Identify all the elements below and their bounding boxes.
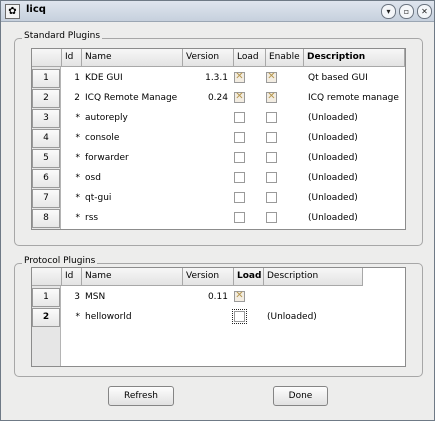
plugin-id: * xyxy=(75,213,81,223)
load-checkbox[interactable] xyxy=(234,192,245,203)
plugin-description: (Unloaded) xyxy=(308,213,358,223)
enable-checkbox[interactable] xyxy=(266,212,277,223)
plugin-version xyxy=(183,128,228,148)
standard-plugins-label: Standard Plugins xyxy=(22,31,103,41)
plugin-manager-window: ✿ licq ▾ ▫ ✕ Standard Plugins Id Name Ve… xyxy=(0,0,435,421)
corner-header xyxy=(32,268,62,286)
row-header-2[interactable]: 2 xyxy=(32,89,60,108)
plugin-name: autoreply xyxy=(85,113,128,123)
protocol-plugins-table[interactable]: Id Name Version Load Description 1 3 MSN 0.… xyxy=(31,267,406,367)
col-header-load[interactable]: Load xyxy=(234,49,266,67)
col-header-id[interactable]: Id xyxy=(62,268,82,286)
plugin-name: KDE GUI xyxy=(85,73,123,83)
plugin-name: qt-gui xyxy=(85,193,112,203)
col-header-description[interactable]: Description xyxy=(264,268,363,286)
plugin-name: rss xyxy=(85,213,99,223)
load-checkbox[interactable] xyxy=(234,71,245,83)
plugin-version xyxy=(183,188,228,208)
col-header-version[interactable]: Version xyxy=(183,49,234,67)
plugin-id: * xyxy=(75,153,81,163)
col-header-name[interactable]: Name xyxy=(82,268,183,286)
plugin-version xyxy=(183,108,228,128)
plugin-description: ICQ remote manage xyxy=(308,93,399,103)
enable-checkbox[interactable] xyxy=(266,132,277,143)
load-checkbox[interactable] xyxy=(234,152,245,163)
enable-checkbox[interactable] xyxy=(266,172,277,183)
load-checkbox[interactable] xyxy=(234,91,245,103)
window-title: licq xyxy=(26,4,46,15)
row-header-6[interactable]: 6 xyxy=(32,169,60,188)
plugin-version xyxy=(183,208,228,228)
row-header-5[interactable]: 5 xyxy=(32,149,60,168)
standard-plugins-table[interactable]: Id Name Version Load Enable Description … xyxy=(31,48,406,230)
row-header-3[interactable]: 3 xyxy=(32,109,60,128)
plugin-id: 1 xyxy=(74,73,80,83)
row-header-2[interactable]: 2 xyxy=(32,308,60,327)
chevron-down-icon[interactable]: ▾ xyxy=(381,4,396,19)
col-header-version[interactable]: Version xyxy=(183,268,234,286)
refresh-button[interactable]: Refresh xyxy=(108,386,174,406)
enable-checkbox[interactable] xyxy=(266,71,277,83)
plugin-description: Qt based GUI xyxy=(308,73,368,83)
plugin-id: * xyxy=(75,173,81,183)
enable-checkbox[interactable] xyxy=(266,112,277,123)
app-icon[interactable]: ✿ xyxy=(5,4,20,19)
plugin-name: helloworld xyxy=(85,312,132,322)
col-header-enable[interactable]: Enable xyxy=(266,49,304,67)
row-header-4[interactable]: 4 xyxy=(32,129,60,148)
plugin-version xyxy=(183,148,228,168)
plugin-id: * xyxy=(75,133,81,143)
plugin-description: (Unloaded) xyxy=(308,133,358,143)
corner-header xyxy=(32,49,62,67)
plugin-name: osd xyxy=(85,173,101,183)
plugin-version: 0.11 xyxy=(207,292,228,302)
plugin-version xyxy=(183,168,228,188)
col-header-description[interactable]: Description xyxy=(304,49,405,67)
plugin-id: 2 xyxy=(74,93,80,103)
col-header-id[interactable]: Id xyxy=(62,49,82,67)
enable-checkbox[interactable] xyxy=(266,91,277,103)
plugin-id: * xyxy=(75,113,81,123)
done-button[interactable]: Done xyxy=(273,386,328,406)
plugin-description xyxy=(267,287,363,307)
plugin-name: ICQ Remote Manage xyxy=(85,93,178,103)
plugin-name: forwarder xyxy=(85,153,129,163)
protocol-plugins-label: Protocol Plugins xyxy=(22,256,98,266)
plugin-description: (Unloaded) xyxy=(308,173,358,183)
plugin-description: (Unloaded) xyxy=(267,312,317,322)
load-checkbox[interactable] xyxy=(234,212,245,223)
load-checkbox[interactable] xyxy=(232,309,247,324)
row-header-8[interactable]: 8 xyxy=(32,209,60,228)
title-bar[interactable]: ✿ licq ▾ ▫ ✕ xyxy=(1,1,434,22)
col-header-load[interactable]: Load xyxy=(234,268,264,286)
plugin-description: (Unloaded) xyxy=(308,193,358,203)
plugin-description: (Unloaded) xyxy=(308,113,358,123)
enable-checkbox[interactable] xyxy=(266,192,277,203)
plugin-version xyxy=(183,307,228,327)
restore-icon[interactable]: ▫ xyxy=(399,4,414,19)
enable-checkbox[interactable] xyxy=(266,152,277,163)
plugin-name: MSN xyxy=(85,292,106,302)
row-header-1[interactable]: 1 xyxy=(32,288,60,307)
load-checkbox[interactable] xyxy=(234,290,245,302)
row-header-1[interactable]: 1 xyxy=(32,69,60,88)
plugin-description: (Unloaded) xyxy=(308,153,358,163)
plugin-id: * xyxy=(75,193,81,203)
close-icon[interactable]: ✕ xyxy=(417,4,432,19)
plugin-name: console xyxy=(85,133,120,143)
plugin-id: 3 xyxy=(74,292,80,302)
load-checkbox[interactable] xyxy=(234,132,245,143)
plugin-version: 1.3.1 xyxy=(205,73,228,83)
plugin-id: * xyxy=(75,312,81,322)
row-header-7[interactable]: 7 xyxy=(32,189,60,208)
plugin-version: 0.24 xyxy=(207,93,228,103)
col-header-name[interactable]: Name xyxy=(82,49,183,67)
load-checkbox[interactable] xyxy=(234,172,245,183)
load-checkbox[interactable] xyxy=(234,112,245,123)
